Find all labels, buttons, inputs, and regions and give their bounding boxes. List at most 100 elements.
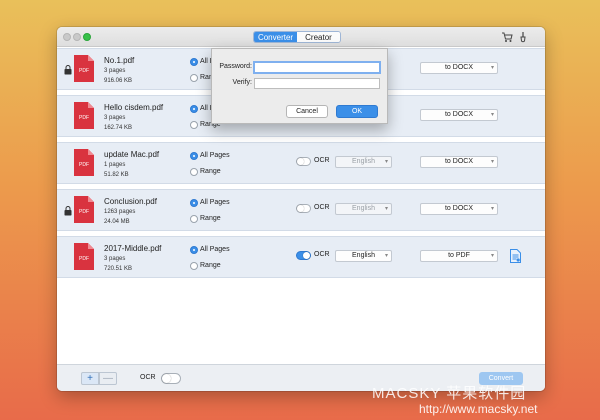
tab-creator[interactable]: Creator <box>297 32 340 42</box>
svg-text:PDF: PDF <box>79 68 89 74</box>
language-value: English <box>352 252 375 259</box>
document-settings-icon[interactable] <box>510 249 521 263</box>
file-row[interactable]: PDF Conclusion.pdf 1263 pages 24.04 MB A… <box>57 189 545 231</box>
password-field[interactable] <box>253 61 381 74</box>
chevron-down-icon: ▾ <box>490 159 494 165</box>
file-row[interactable]: PDF 2017-Middle.pdf 3 pages 720.51 KB Al… <box>57 236 545 278</box>
file-pages: 1263 pages <box>104 209 136 215</box>
svg-text:PDF: PDF <box>79 162 89 168</box>
toggle-knob <box>297 158 304 165</box>
pdf-file-icon: PDF <box>74 243 94 270</box>
all-pages-radio[interactable] <box>190 58 198 66</box>
tab-converter[interactable]: Converter <box>254 32 297 42</box>
ocr-label: OCR <box>314 251 330 258</box>
file-pages: 3 pages <box>104 256 126 262</box>
verify-label: Verify: <box>232 79 252 86</box>
chevron-down-icon: ▾ <box>490 253 494 259</box>
language-select[interactable]: English ▾ <box>335 203 392 215</box>
cart-icon[interactable] <box>501 31 513 43</box>
ocr-all-toggle[interactable] <box>161 373 181 384</box>
range-label: Range <box>200 215 221 222</box>
lock-icon <box>64 65 72 75</box>
pdf-file-icon: PDF <box>74 55 94 82</box>
range-label: Range <box>200 168 221 175</box>
mode-switch: Converter Creator <box>253 31 341 43</box>
chevron-down-icon: ▾ <box>490 65 494 71</box>
zoom-window-button[interactable] <box>83 33 91 41</box>
all-pages-label: All Pages <box>200 152 230 159</box>
svg-text:PDF: PDF <box>79 115 89 121</box>
output-format-select[interactable]: to PDF ▾ <box>420 250 498 262</box>
all-pages-radio[interactable] <box>190 105 198 113</box>
output-format-select[interactable]: to DOCX ▾ <box>420 62 498 74</box>
lock-icon <box>64 206 72 216</box>
brush-icon[interactable] <box>517 31 529 43</box>
file-size: 51.82 KB <box>104 172 129 178</box>
language-select[interactable]: English ▾ <box>335 250 392 262</box>
ocr-toggle[interactable] <box>296 204 311 213</box>
toggle-knob <box>303 252 310 259</box>
range-radio[interactable] <box>190 74 198 82</box>
title-bar: Converter Creator <box>57 27 545 47</box>
file-size: 916.06 KB <box>104 78 133 84</box>
watermark-url: http://www.macsky.net <box>419 402 538 416</box>
range-radio[interactable] <box>190 121 198 129</box>
ok-button[interactable]: OK <box>336 105 378 118</box>
watermark-title: MACSKY 苹果软件园 <box>372 385 527 402</box>
all-pages-radio[interactable] <box>190 246 198 254</box>
output-format-value: to DOCX <box>444 64 473 71</box>
svg-text:PDF: PDF <box>79 209 89 215</box>
output-format-value: to DOCX <box>444 111 473 118</box>
file-size: 720.51 KB <box>104 266 133 272</box>
chevron-down-icon: ▾ <box>384 206 388 212</box>
file-pages: 3 pages <box>104 115 126 121</box>
ocr-toggle[interactable] <box>296 157 311 166</box>
language-value: English <box>352 205 375 212</box>
file-pages: 3 pages <box>104 68 126 74</box>
range-radio[interactable] <box>190 168 198 176</box>
remove-file-button[interactable]: — <box>99 372 117 385</box>
pdf-file-icon: PDF <box>74 149 94 176</box>
range-radio[interactable] <box>190 215 198 223</box>
file-name: Conclusion.pdf <box>104 197 157 206</box>
add-file-button[interactable]: + <box>81 372 99 385</box>
password-dialog: Password: Verify: Cancel OK <box>211 48 388 124</box>
ocr-label: OCR <box>314 204 330 211</box>
language-select[interactable]: English ▾ <box>335 156 392 168</box>
svg-text:PDF: PDF <box>79 256 89 262</box>
pdf-file-icon: PDF <box>74 196 94 223</box>
output-format-select[interactable]: to DOCX ▾ <box>420 203 498 215</box>
all-pages-radio[interactable] <box>190 152 198 160</box>
close-window-button[interactable] <box>63 33 71 41</box>
ocr-all-label: OCR <box>140 374 156 381</box>
file-pages: 1 pages <box>104 162 126 168</box>
language-value: English <box>352 158 375 165</box>
ocr-label: OCR <box>314 157 330 164</box>
chevron-down-icon: ▾ <box>490 206 494 212</box>
pdf-file-icon: PDF <box>74 102 94 129</box>
chevron-down-icon: ▾ <box>384 159 388 165</box>
file-size: 162.74 KB <box>104 125 133 131</box>
file-name: No.1.pdf <box>104 56 135 65</box>
chevron-down-icon: ▾ <box>490 112 494 118</box>
file-name: 2017-Middle.pdf <box>104 244 162 253</box>
ocr-toggle[interactable] <box>296 251 311 260</box>
output-format-select[interactable]: to DOCX ▾ <box>420 156 498 168</box>
output-format-value: to DOCX <box>444 158 473 165</box>
all-pages-radio[interactable] <box>190 199 198 207</box>
toggle-knob <box>297 205 304 212</box>
output-format-value: to PDF <box>448 252 470 259</box>
minimize-window-button[interactable] <box>73 33 81 41</box>
file-size: 24.04 MB <box>104 219 130 225</box>
cancel-button[interactable]: Cancel <box>286 105 328 118</box>
all-pages-label: All Pages <box>200 199 230 206</box>
file-row[interactable]: PDF update Mac.pdf 1 pages 51.82 KB All … <box>57 142 545 184</box>
range-radio[interactable] <box>190 262 198 270</box>
output-format-select[interactable]: to DOCX ▾ <box>420 109 498 121</box>
output-format-value: to DOCX <box>444 205 473 212</box>
range-label: Range <box>200 262 221 269</box>
file-name: Hello cisdem.pdf <box>104 103 164 112</box>
verify-field[interactable] <box>254 78 380 89</box>
password-label: Password: <box>219 63 252 70</box>
toggle-knob <box>162 374 171 383</box>
